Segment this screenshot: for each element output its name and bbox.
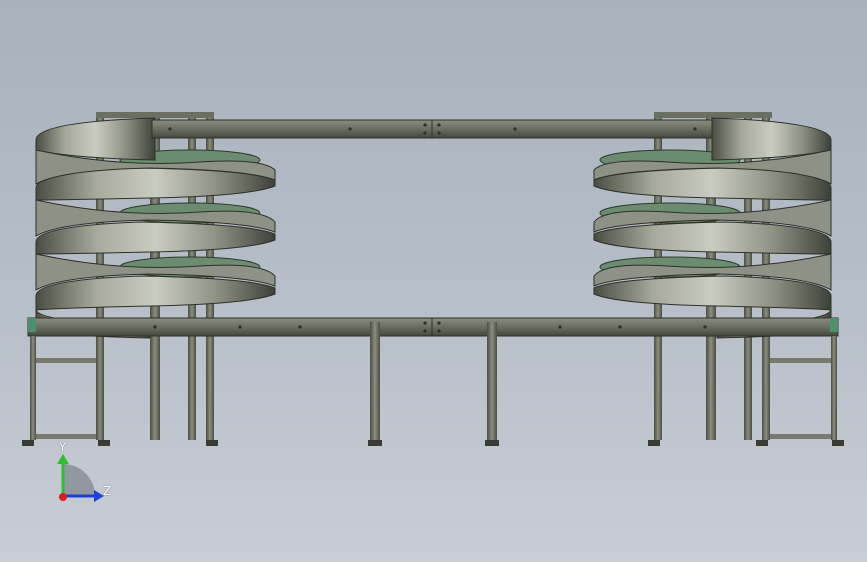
right-spiral-bands <box>593 117 832 339</box>
cad-viewport[interactable]: Y Z <box>0 0 867 562</box>
spiral-conveyor-model[interactable] <box>0 0 867 562</box>
z-axis-label: Z <box>103 484 112 498</box>
right-spiral-tower[interactable] <box>593 112 832 440</box>
top-transfer-beam[interactable] <box>151 119 713 139</box>
y-axis-label: Y <box>59 440 67 454</box>
left-spiral-bands <box>35 117 276 339</box>
left-end-motor <box>28 318 36 332</box>
coordinate-triad-icon <box>57 454 104 502</box>
bottom-transfer-beam[interactable] <box>27 317 839 337</box>
leveling-feet <box>22 440 844 446</box>
left-spiral-tower[interactable] <box>35 112 276 440</box>
right-end-motor <box>830 318 838 332</box>
coordinate-triad: Y Z <box>40 438 130 518</box>
